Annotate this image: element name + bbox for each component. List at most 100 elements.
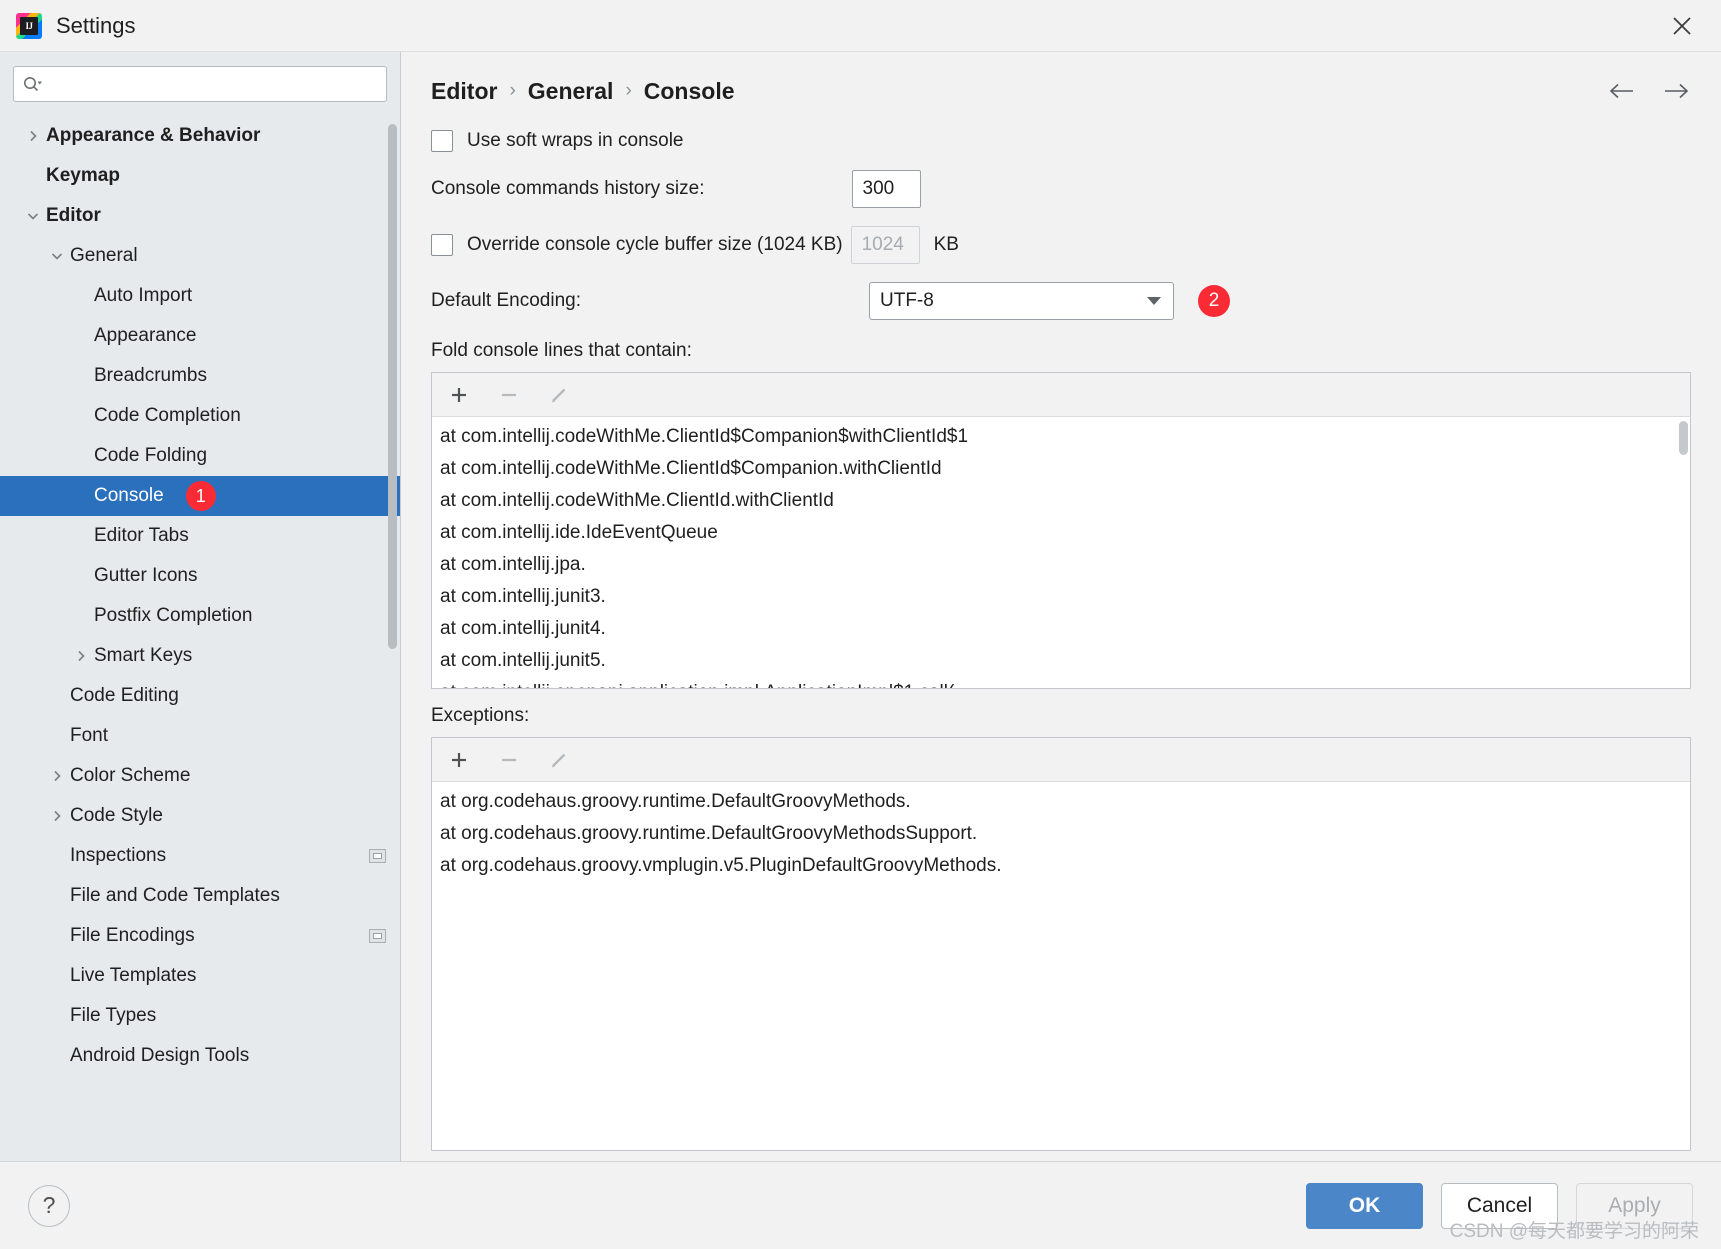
sidebar-item-label: Appearance & Behavior (46, 125, 261, 146)
forward-arrow-icon[interactable] (1661, 76, 1691, 106)
sidebar-item-editor-tabs[interactable]: Editor Tabs (0, 516, 400, 556)
sidebar-item-code-folding[interactable]: Code Folding (0, 436, 400, 476)
exceptions-list-item[interactable]: at org.codehaus.groovy.runtime.DefaultGr… (432, 818, 1690, 850)
step-badge: 1 (185, 481, 216, 511)
sidebar-item-label: Postfix Completion (94, 605, 253, 626)
sidebar-item-keymap[interactable]: Keymap (0, 156, 400, 196)
search-box[interactable] (13, 66, 387, 102)
chevron-right-icon[interactable] (20, 129, 46, 143)
sidebar-item-label: Editor Tabs (94, 525, 189, 546)
help-button[interactable]: ? (28, 1184, 70, 1227)
sidebar-item-inspections[interactable]: Inspections (0, 836, 400, 876)
chevron-down-icon[interactable] (20, 209, 46, 223)
exceptions-list-item[interactable]: at org.codehaus.groovy.runtime.DefaultGr… (432, 786, 1690, 818)
settings-dialog: IJ Settings Appearance & Behavior Keymap… (0, 0, 1721, 1249)
history-size-row: Console commands history size: (431, 170, 1691, 208)
sidebar-item-editor[interactable]: Editor (0, 196, 400, 236)
sidebar-item-code-completion[interactable]: Code Completion (0, 396, 400, 436)
add-icon[interactable] (446, 747, 472, 773)
sidebar-item-smart-keys[interactable]: Smart Keys (0, 636, 400, 676)
chevron-right-icon[interactable] (44, 809, 70, 823)
chevron-right-icon[interactable] (44, 769, 70, 783)
breadcrumb: Editor › General › Console (431, 78, 735, 105)
fold-list-item[interactable]: at com.intellij.codeWithMe.ClientId$Comp… (432, 453, 1690, 485)
sidebar-item-auto-import[interactable]: Auto Import (0, 276, 400, 316)
sidebar-item-file-and-code-templates[interactable]: File and Code Templates (0, 876, 400, 916)
fold-list-item[interactable]: at com.intellij.ide.IdeEventQueue (432, 517, 1690, 549)
sidebar-item-gutter-icons[interactable]: Gutter Icons (0, 556, 400, 596)
close-icon[interactable] (1665, 9, 1699, 43)
chevron-down-icon[interactable] (44, 249, 70, 263)
fold-list-item[interactable]: at com.intellij.jpa. (432, 549, 1690, 581)
breadcrumb-general[interactable]: General (528, 78, 614, 105)
default-encoding-value: UTF-8 (880, 290, 934, 311)
sidebar-item-label: Code Style (70, 805, 163, 826)
sidebar-item-label: Live Templates (70, 965, 197, 986)
sidebar-item-file-types[interactable]: File Types (0, 996, 400, 1036)
fold-list-item[interactable]: at com.intellij.codeWithMe.ClientId.with… (432, 485, 1690, 517)
fold-list-item[interactable]: at com.intellij.junit5. (432, 645, 1690, 677)
sidebar-item-label: Android Design Tools (70, 1045, 250, 1066)
fold-list-item[interactable]: at com.intellij.junit4. (432, 613, 1690, 645)
navigation-arrows (1607, 76, 1691, 106)
override-buffer-input[interactable] (850, 226, 920, 264)
sidebar-item-label: Inspections (70, 845, 167, 866)
soft-wraps-row: Use soft wraps in console (431, 130, 1691, 152)
chevron-down-icon (1145, 290, 1163, 312)
dialog-body: Appearance & Behavior Keymap Editor General… (0, 52, 1721, 1161)
fold-list-item[interactable]: at com.intellij.codeWithMe.ClientId$Comp… (432, 421, 1690, 453)
add-icon[interactable] (446, 382, 472, 408)
cancel-button[interactable]: Cancel (1441, 1182, 1558, 1229)
exceptions-list[interactable]: at org.codehaus.groovy.runtime.DefaultGr… (432, 782, 1690, 1150)
settings-tree[interactable]: Appearance & Behavior Keymap Editor General… (0, 112, 400, 1161)
project-scope-icon (369, 849, 386, 863)
fold-list-item[interactable]: at com.intellij.openapi.application.impl… (432, 677, 1690, 688)
sidebar-item-android-design-tools[interactable]: Android Design Tools (0, 1036, 400, 1076)
footer-buttons: OK Cancel Apply (1306, 1182, 1693, 1229)
search-input[interactable] (46, 73, 378, 95)
sidebar-item-label: Code Completion (94, 405, 241, 426)
remove-icon[interactable] (496, 747, 522, 773)
window-title: Settings (56, 12, 136, 38)
exceptions-listbox: at org.codehaus.groovy.runtime.DefaultGr… (431, 737, 1691, 1151)
exceptions-toolbar (432, 738, 1690, 782)
sidebar-item-font[interactable]: Font (0, 716, 400, 756)
sidebar-item-appearance-behavior[interactable]: Appearance & Behavior (0, 116, 400, 156)
sidebar-item-code-editing[interactable]: Code Editing (0, 676, 400, 716)
exceptions-list-item[interactable]: at org.codehaus.groovy.vmplugin.v5.Plugi… (432, 850, 1690, 882)
history-size-input[interactable] (851, 170, 921, 208)
edit-pencil-icon[interactable] (546, 747, 572, 773)
remove-icon[interactable] (496, 382, 522, 408)
settings-sidebar: Appearance & Behavior Keymap Editor General… (0, 52, 401, 1161)
fold-console-list[interactable]: at com.intellij.codeWithMe.ClientId$Comp… (432, 417, 1690, 688)
chevron-right-icon[interactable] (68, 649, 94, 663)
override-buffer-label: Override console cycle buffer size (1024… (467, 234, 843, 255)
search-container (0, 52, 400, 112)
breadcrumb-row: Editor › General › Console (401, 52, 1721, 106)
sidebar-scrollbar-thumb[interactable] (388, 124, 397, 649)
ok-button[interactable]: OK (1306, 1182, 1423, 1229)
sidebar-item-appearance[interactable]: Appearance (0, 316, 400, 356)
sidebar-item-file-encodings[interactable]: File Encodings (0, 916, 400, 956)
fold-list-item[interactable]: at com.intellij.junit3. (432, 581, 1690, 613)
dialog-footer: ? OK Cancel Apply CSDN @每天都要学习的阿荣 (0, 1161, 1721, 1249)
back-arrow-icon[interactable] (1607, 76, 1637, 106)
breadcrumb-editor[interactable]: Editor (431, 78, 497, 105)
default-encoding-row: Default Encoding: UTF-8 2 (431, 282, 1691, 320)
fold-list-scrollbar-thumb[interactable] (1679, 421, 1688, 455)
sidebar-item-label: File Encodings (70, 925, 195, 946)
sidebar-item-live-templates[interactable]: Live Templates (0, 956, 400, 996)
override-buffer-checkbox[interactable] (431, 234, 453, 256)
sidebar-item-postfix-completion[interactable]: Postfix Completion (0, 596, 400, 636)
override-buffer-unit: KB (933, 234, 959, 255)
sidebar-item-code-style[interactable]: Code Style (0, 796, 400, 836)
apply-button[interactable]: Apply (1576, 1182, 1693, 1229)
sidebar-item-console[interactable]: Console 1 (0, 476, 400, 516)
sidebar-item-breadcrumbs[interactable]: Breadcrumbs (0, 356, 400, 396)
soft-wraps-checkbox[interactable] (431, 130, 453, 152)
edit-pencil-icon[interactable] (546, 382, 572, 408)
title-bar: IJ Settings (0, 0, 1721, 52)
sidebar-item-general[interactable]: General (0, 236, 400, 276)
default-encoding-select[interactable]: UTF-8 (869, 282, 1174, 320)
sidebar-item-color-scheme[interactable]: Color Scheme (0, 756, 400, 796)
